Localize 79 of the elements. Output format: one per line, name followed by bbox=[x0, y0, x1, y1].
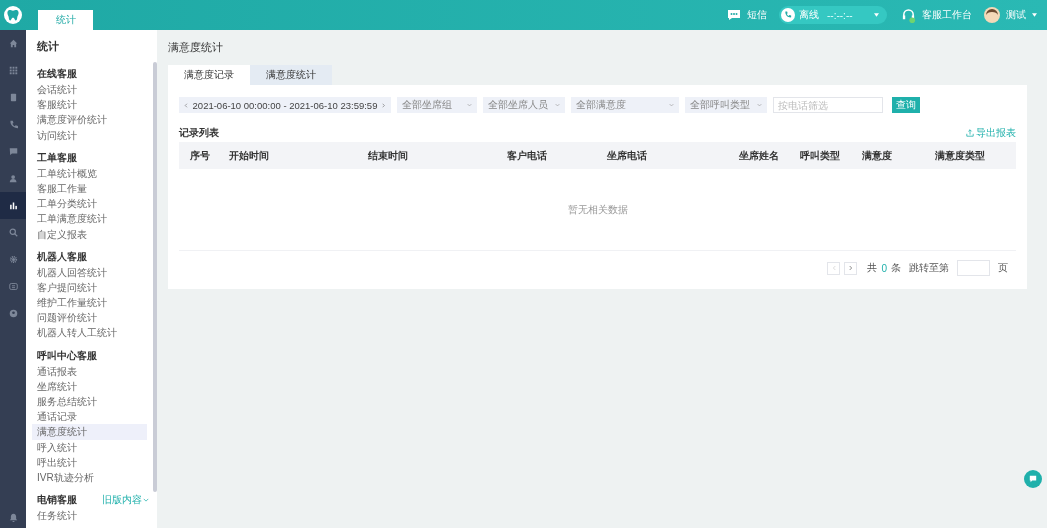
column-header: 坐席电话 bbox=[607, 148, 648, 163]
sidebar-item[interactable]: 工单统计概览 bbox=[32, 165, 147, 181]
sidebar-group-title: 在线客服 bbox=[37, 67, 77, 81]
column-header: 满意度 bbox=[862, 148, 893, 163]
grid-icon bbox=[8, 66, 18, 75]
next-page-button[interactable] bbox=[844, 261, 858, 275]
page-label: 页 bbox=[998, 261, 1008, 275]
sidebar-item[interactable]: 问题评价统计 bbox=[32, 310, 147, 326]
gear-icon bbox=[8, 255, 18, 264]
chevron-down-icon bbox=[143, 498, 149, 503]
headset-icon[interactable] bbox=[901, 7, 916, 23]
filter-dropdown[interactable]: 全部坐席组 bbox=[397, 97, 477, 113]
sidebar-item[interactable]: 客服工作量 bbox=[32, 180, 147, 197]
column-header: 开始时间 bbox=[229, 148, 270, 163]
column-header: 坐席姓名 bbox=[739, 148, 780, 163]
sidebar-item[interactable]: 呼出统计 bbox=[32, 454, 147, 470]
chart-icon bbox=[8, 201, 18, 210]
sidebar-item[interactable]: 客户提问统计 bbox=[32, 279, 147, 296]
sidebar-group-title: 工单客服 bbox=[37, 150, 77, 165]
sidebar-item[interactable]: 工单满意度统计 bbox=[32, 211, 147, 227]
sidebar-item[interactable]: 访问统计 bbox=[32, 127, 147, 143]
filter-dropdown[interactable]: 全部呼叫类型 bbox=[685, 97, 767, 113]
sidebar-title: 统计 bbox=[37, 39, 60, 54]
sidebar-item[interactable]: IVR轨迹分析 bbox=[32, 469, 147, 486]
sidebar-group-title: 机器人客服 bbox=[37, 249, 87, 264]
sidebar-item[interactable]: 工单分类统计 bbox=[32, 196, 147, 212]
sidebar-item[interactable]: 会话统计 bbox=[32, 82, 147, 98]
filter-dropdown[interactable]: 全部坐席人员 bbox=[483, 97, 565, 113]
column-header: 呼叫类型 bbox=[800, 148, 841, 163]
chat-icon bbox=[8, 147, 18, 156]
sidebar-item[interactable]: 坐席统计 bbox=[32, 378, 147, 394]
sidebar-item[interactable]: 通话报表 bbox=[32, 363, 147, 379]
sidebar-group-title: 呼叫中心客服 bbox=[37, 348, 97, 363]
date-range-picker[interactable]: 2021-06-10 00:00:00 - 2021-06-10 23:59:59 bbox=[179, 97, 391, 113]
page-title: 满意度统计 bbox=[168, 40, 224, 55]
total-label: 条 bbox=[891, 261, 901, 275]
phone-icon bbox=[8, 120, 18, 129]
sidebar-item[interactable]: 满意度统计 bbox=[32, 424, 147, 440]
total-count: 0 bbox=[881, 262, 887, 274]
help-button[interactable] bbox=[1024, 470, 1042, 488]
column-header: 序号 bbox=[190, 148, 211, 163]
sidebar-item[interactable]: 自定义报表 bbox=[32, 226, 147, 242]
user-icon bbox=[8, 174, 18, 183]
sidebar-item[interactable]: 呼入统计 bbox=[32, 439, 147, 455]
sidebar-item[interactable]: 通话记录 bbox=[32, 409, 147, 425]
filter-dropdown[interactable]: 全部满意度 bbox=[571, 97, 679, 113]
sidebar-item[interactable]: 客服统计 bbox=[32, 97, 147, 113]
sidebar-group-title: 电销客服 bbox=[37, 493, 77, 508]
page-jump-field[interactable] bbox=[957, 260, 990, 276]
search-icon bbox=[8, 228, 18, 237]
list-title: 记录列表 bbox=[179, 126, 219, 140]
chevron-right-icon[interactable] bbox=[382, 101, 386, 109]
bell-icon[interactable] bbox=[8, 513, 18, 522]
chevron-left-icon[interactable] bbox=[184, 101, 188, 109]
sidebar-item[interactable]: 维护工作量统计 bbox=[32, 295, 147, 311]
column-header: 结束时间 bbox=[368, 148, 409, 163]
scrollbar[interactable] bbox=[153, 62, 157, 492]
empty-message: 暂无相关数据 bbox=[567, 202, 628, 217]
column-header: 满意度类型 bbox=[935, 148, 986, 163]
sidebar-item[interactable]: 机器人回答统计 bbox=[32, 264, 147, 280]
caret-icon bbox=[874, 13, 879, 17]
page-tab[interactable]: 满意度统计 bbox=[250, 65, 332, 85]
page-tab[interactable]: 满意度记录 bbox=[168, 65, 250, 85]
column-header: 客户电话 bbox=[507, 148, 548, 163]
phone-filter-field[interactable]: 按电话筛选 bbox=[773, 97, 883, 113]
jump-label: 跳转至第 bbox=[909, 261, 949, 275]
chat-icon[interactable] bbox=[727, 9, 741, 21]
caret-icon bbox=[1032, 13, 1037, 17]
sidebar-item[interactable]: 机器人转人工统计 bbox=[32, 325, 147, 341]
sidebar-item[interactable]: 满意度评价统计 bbox=[32, 112, 147, 128]
chevron-right-icon bbox=[848, 265, 853, 271]
avatar-icon[interactable] bbox=[984, 7, 1000, 23]
chat-icon bbox=[1029, 475, 1037, 483]
total-label: 共 bbox=[867, 261, 878, 275]
sidebar-item[interactable]: 任务统计 bbox=[32, 508, 147, 524]
home-icon bbox=[8, 39, 18, 48]
phone-icon bbox=[781, 8, 795, 22]
sidebar-item[interactable]: 服务总结统计 bbox=[32, 394, 147, 410]
upload-icon bbox=[966, 129, 974, 137]
